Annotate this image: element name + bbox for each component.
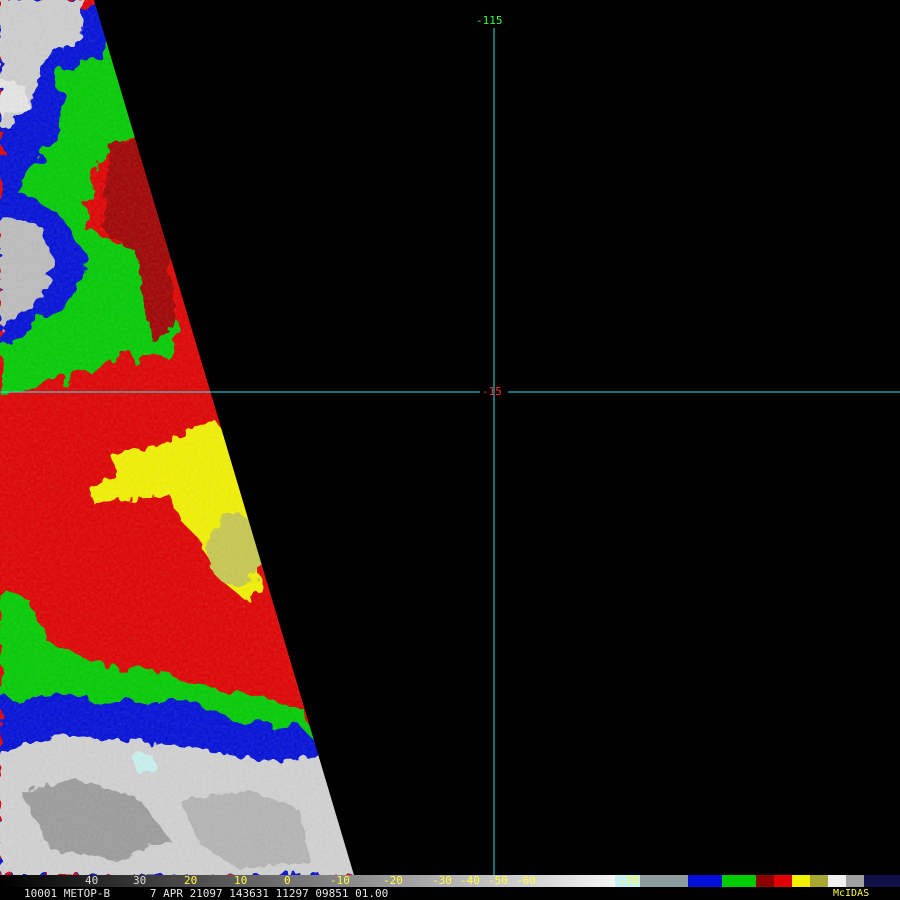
colorbar-dark-red [756,875,774,887]
colorbar-light-gray [846,875,864,887]
colorbar-navy [864,875,900,887]
colorbar-tick: -40 [460,874,480,887]
satellite-scene [0,0,900,875]
colorbar-red [774,875,792,887]
colorbar-olive [810,875,828,887]
colorbar-tick: -20 [383,874,403,887]
colorbar-yellow [792,875,810,887]
colorbar-blue [688,875,722,887]
longitude-label: -115 [476,14,503,27]
colorbar-white [828,875,846,887]
colorbar-tick: -60 [516,874,536,887]
mcidas-brand: McIDAS [833,888,870,899]
colorbar-tick: 40 [85,874,99,887]
colorbar-tick: -70 [619,874,639,887]
colorbar-tick: -50 [488,874,508,887]
image-metadata-line: 10001 METOP-B 7 APR 21097 143631 11297 0… [24,887,389,900]
colorbar-tick: 30 [133,874,147,887]
colorbar-tick: -30 [432,874,452,887]
colorbar-tick: 20 [184,874,198,887]
colorbar-green [722,875,756,887]
colorbar-tick: -10 [330,874,350,887]
colorbar-tick: 10 [234,874,248,887]
latitude-label: -15 [482,385,502,398]
colorbar-tick: 0 [284,874,291,887]
colorbar-gray [640,875,688,887]
